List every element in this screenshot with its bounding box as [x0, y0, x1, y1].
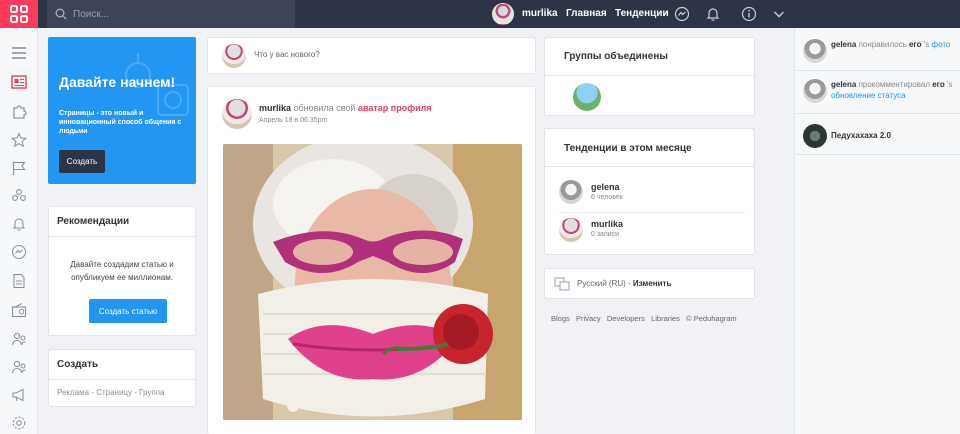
composer-avatar: [222, 44, 246, 68]
post-time[interactable]: Апрель 18 в 06:35pm: [259, 117, 327, 124]
notification-avatar: [803, 79, 827, 103]
search-input[interactable]: [73, 8, 273, 20]
news-feed-icon[interactable]: [10, 73, 28, 91]
messenger-icon[interactable]: [673, 5, 691, 23]
recommendations-title: Рекомендации: [57, 216, 130, 227]
post-photo[interactable]: [223, 144, 522, 420]
post-header: murlika обновила свой аватар профиля: [259, 103, 432, 113]
pages-promo-card: Давайте начнем! Страницы - это новый и и…: [48, 37, 196, 184]
recommendations-text: Давайте создадим статью и опубликуем ее …: [70, 260, 174, 282]
group-avatar[interactable]: [573, 83, 601, 111]
post-author-link[interactable]: murlika: [259, 103, 291, 113]
divider: [49, 236, 195, 237]
menu-icon[interactable]: [10, 44, 28, 62]
megaphone-icon[interactable]: [10, 386, 28, 404]
language-change-link[interactable]: Изменить: [633, 279, 671, 288]
language-icon: [554, 277, 570, 291]
groups-icon[interactable]: [10, 187, 28, 205]
divider: [545, 166, 754, 167]
language-card: Русский (RU) - Изменить: [544, 268, 755, 299]
user-avatar[interactable]: [492, 3, 514, 25]
create-card: Создать Реклама - Страницу - Группа: [48, 349, 196, 407]
search-box[interactable]: [47, 0, 295, 28]
trending-avatar: [559, 180, 583, 204]
divider: [545, 75, 754, 76]
trending-name[interactable]: murlika: [591, 219, 623, 229]
create-page-button[interactable]: Создать: [59, 150, 105, 173]
notification-text: gelena прокомментировал его 's обновлени…: [831, 80, 953, 100]
post-author-avatar[interactable]: [222, 99, 252, 129]
footer-links: Blogs Privacy Developers Libraries © Ped…: [551, 314, 737, 323]
document-icon[interactable]: [10, 272, 28, 290]
create-links: Реклама - Страницу - Группа: [57, 388, 165, 397]
side-group-name[interactable]: Педухахаха 2.0: [831, 130, 959, 141]
divider: [559, 212, 745, 213]
post-composer[interactable]: Что у вас нового?: [207, 37, 536, 74]
activity-panel: gelena понравилось его 's фото gelena пр…: [794, 28, 960, 434]
footer-blogs-link[interactable]: Blogs: [551, 314, 570, 323]
star-icon[interactable]: [10, 131, 28, 149]
recommendations-card: Рекомендации Давайте создадим статью и о…: [48, 206, 196, 336]
nav-trends-link[interactable]: Тенденции: [615, 8, 669, 19]
language-selector: Русский (RU) - Изменить: [577, 279, 671, 288]
info-icon[interactable]: [740, 5, 758, 23]
gear-icon[interactable]: [10, 414, 28, 432]
trending-meta: 0 записи: [591, 231, 620, 238]
nav-home-link[interactable]: Главная: [566, 8, 607, 19]
create-title: Создать: [57, 359, 99, 370]
profile-photo-image: [223, 144, 522, 420]
side-group-avatar: [803, 124, 827, 148]
create-article-button[interactable]: Создать статью: [89, 299, 167, 323]
create-page-link[interactable]: Страницу: [96, 388, 132, 397]
divider: [795, 113, 960, 114]
notifications-icon[interactable]: [10, 215, 28, 233]
logo[interactable]: [0, 0, 38, 28]
groups-title: Группы объединены: [564, 51, 668, 62]
trending-title: Тенденции в этом месяце: [564, 143, 692, 154]
username-link[interactable]: murlika: [522, 8, 558, 19]
flag-icon[interactable]: [10, 159, 28, 177]
messages-icon[interactable]: [10, 243, 28, 261]
divider: [49, 379, 195, 380]
notification-avatar: [803, 39, 827, 63]
footer-privacy-link[interactable]: Privacy: [576, 314, 601, 323]
left-sidebar: [0, 28, 38, 434]
create-group-link[interactable]: Группа: [139, 388, 164, 397]
notification-text: gelena понравилось его 's фото: [831, 40, 951, 49]
footer-copyright: © Peduhagram: [686, 314, 737, 323]
bell-icon[interactable]: [704, 5, 722, 23]
post-action-link[interactable]: аватар профиля: [358, 103, 432, 113]
trending-meta: 6 человек: [591, 194, 623, 201]
footer-libraries-link[interactable]: Libraries: [651, 314, 680, 323]
puzzle-icon[interactable]: [10, 103, 28, 121]
search-icon: [55, 8, 67, 20]
top-navbar: murlika Главная Тенденции: [0, 0, 960, 28]
divider: [795, 70, 960, 71]
language-label: Русский (RU) -: [577, 279, 633, 288]
divider: [795, 154, 960, 155]
logo-icon: [10, 5, 28, 23]
footer-developers-link[interactable]: Developers: [607, 314, 645, 323]
radio-icon[interactable]: [10, 301, 28, 319]
promo-title: Давайте начнем!: [59, 74, 176, 90]
promo-text: Страницы - это новый и инновационный спо…: [59, 110, 182, 135]
chevron-down-icon[interactable]: [770, 5, 788, 23]
create-ad-link[interactable]: Реклама: [57, 388, 89, 397]
friends-icon[interactable]: [10, 358, 28, 376]
post-card: murlika обновила свой аватар профиля Апр…: [207, 86, 536, 434]
composer-placeholder[interactable]: Что у вас нового?: [254, 50, 320, 59]
trending-avatar: [559, 218, 583, 242]
trending-card: Тенденции в этом месяце gelena 6 человек…: [544, 128, 755, 255]
people-icon[interactable]: [10, 330, 28, 348]
trending-name[interactable]: gelena: [591, 182, 620, 192]
groups-card: Группы объединены: [544, 37, 755, 116]
